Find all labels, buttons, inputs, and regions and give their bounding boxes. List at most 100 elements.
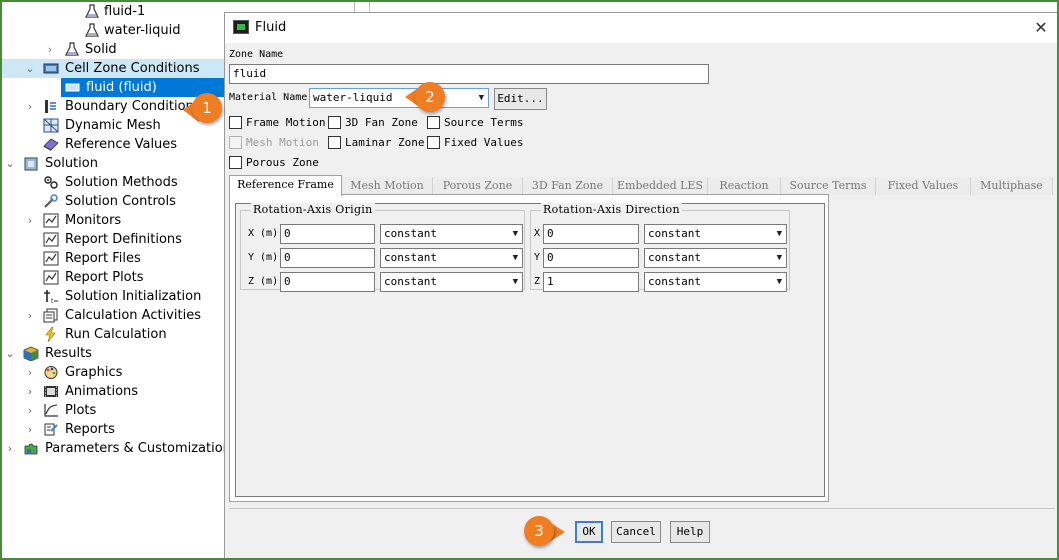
tab-multiphase[interactable]: Multiphase <box>971 177 1053 195</box>
tree-item-calculation-activities[interactable]: › Calculation Activities <box>2 306 224 325</box>
chevron-right-icon[interactable]: › <box>24 363 36 382</box>
tree-item-label: Solid <box>85 42 117 57</box>
annotation-badge-1: 1 <box>192 93 222 123</box>
checkbox-label: Frame Motion <box>246 116 326 129</box>
direction-y-input[interactable]: 0 <box>543 248 639 268</box>
origin-z-method-select[interactable]: constant ▼ <box>380 272 523 292</box>
chevron-right-icon[interactable]: › <box>24 382 36 401</box>
help-button[interactable]: Help <box>670 521 710 543</box>
tab-fixed-values[interactable]: Fixed Values <box>876 177 971 195</box>
method-value: constant <box>384 275 437 288</box>
origin-x-method-select[interactable]: constant ▼ <box>380 224 523 244</box>
checkbox-box[interactable] <box>427 116 440 129</box>
tree-item-reference-values[interactable]: Reference Values <box>2 135 224 154</box>
material-name-label: Material Name <box>229 92 308 103</box>
group-title: Rotation-Axis Direction <box>541 203 682 216</box>
tree-item-monitors[interactable]: › Monitors <box>2 211 224 230</box>
tab-embedded-les[interactable]: Embedded LES <box>613 177 708 195</box>
tree-item-graphics[interactable]: › Graphics <box>2 363 224 382</box>
reference-icon <box>43 137 59 152</box>
chevron-down-icon[interactable]: ⌄ <box>24 59 36 78</box>
tab-3d-fan-zone[interactable]: 3D Fan Zone <box>523 177 613 195</box>
chevron-right-icon[interactable]: › <box>44 40 56 59</box>
origin-x-input[interactable]: 0 <box>280 224 375 244</box>
tree-item-label: Plots <box>65 403 97 418</box>
tree-item-label: Calculation Activities <box>65 308 201 323</box>
chevron-right-icon[interactable]: › <box>24 211 36 230</box>
chevron-right-icon[interactable]: › <box>24 420 36 439</box>
chevron-right-icon[interactable]: › <box>24 306 36 325</box>
direction-z-label: Z <box>534 276 541 287</box>
flask-icon <box>64 42 80 57</box>
tree-item-reports[interactable]: › Reports <box>2 420 224 439</box>
chevron-right-icon[interactable]: › <box>24 97 36 116</box>
flask-icon <box>84 23 100 38</box>
checkbox-box[interactable] <box>229 116 242 129</box>
tree-item-label: Cell Zone Conditions <box>65 61 200 76</box>
cancel-button[interactable]: Cancel <box>611 521 661 543</box>
reports-icon <box>43 422 59 437</box>
tab-reference-frame[interactable]: Reference Frame <box>229 175 342 196</box>
tree-item-label: Report Definitions <box>65 232 182 247</box>
origin-y-input[interactable]: 0 <box>280 248 375 268</box>
chevron-down-icon[interactable]: ⌄ <box>4 344 16 363</box>
chevron-right-icon[interactable]: › <box>4 439 16 458</box>
direction-z-method-select[interactable]: constant ▼ <box>644 272 787 292</box>
ok-button[interactable]: OK <box>575 521 603 543</box>
material-name-value: water-liquid <box>313 91 393 104</box>
tree-item-solution-controls[interactable]: Solution Controls <box>2 192 224 211</box>
edit-material-button[interactable]: Edit... <box>494 88 547 110</box>
origin-y-method-select[interactable]: constant ▼ <box>380 248 523 268</box>
direction-y-method-select[interactable]: constant ▼ <box>644 248 787 268</box>
tree-item-solution[interactable]: ⌄ Solution <box>2 154 224 173</box>
tree-item-report-files[interactable]: Report Files <box>2 249 224 268</box>
tab-source-terms[interactable]: Source Terms <box>781 177 876 195</box>
tree-item-label: Run Calculation <box>65 327 167 342</box>
tree-item-solid[interactable]: › Solid <box>2 40 224 59</box>
direction-y-label: Y <box>534 252 541 263</box>
direction-x-method-select[interactable]: constant ▼ <box>644 224 787 244</box>
tree-item-fluid-1[interactable]: fluid-1 <box>2 2 224 21</box>
tree-item-plots[interactable]: › Plots <box>2 401 224 420</box>
material-name-select[interactable]: water-liquid ▼ <box>309 88 489 108</box>
zone-name-label: Zone Name <box>229 49 284 60</box>
annotation-badge-3: 3 <box>524 516 554 546</box>
chevron-right-icon[interactable]: › <box>24 401 36 420</box>
tree-item-parameters-customization[interactable]: › Parameters & Customization <box>2 439 224 458</box>
tree-item-run-calculation[interactable]: Run Calculation <box>2 325 224 344</box>
checkbox-box[interactable] <box>328 136 341 149</box>
origin-z-input[interactable]: 0 <box>280 272 375 292</box>
panel-content: Rotation-Axis Origin X (m) 0 constant ▼ … <box>235 203 825 497</box>
direction-x-input[interactable]: 0 <box>543 224 639 244</box>
tree-item-report-definitions[interactable]: Report Definitions <box>2 230 224 249</box>
methods-icon <box>43 175 59 190</box>
mesh-icon <box>43 118 59 133</box>
dialog-titlebar[interactable]: Fluid ✕ <box>225 13 1058 43</box>
checkbox-box[interactable] <box>229 156 242 169</box>
dropdown-arrow-icon: ▼ <box>512 277 518 287</box>
outline-tree: fluid-1 water-liquid › Solid ⌄ Cell Zone… <box>2 0 224 558</box>
chevron-down-icon[interactable]: ⌄ <box>4 154 16 173</box>
tree-item-label: Report Files <box>65 251 141 266</box>
tree-item-cell-zone-conditions[interactable]: ⌄ Cell Zone Conditions <box>2 59 224 78</box>
zone-name-input[interactable]: fluid <box>229 64 709 84</box>
tree-item-label: Graphics <box>65 365 123 380</box>
tab-porous-zone[interactable]: Porous Zone <box>433 177 523 195</box>
tree-item-report-plots[interactable]: Report Plots <box>2 268 224 287</box>
direction-z-input[interactable]: 1 <box>543 272 639 292</box>
tree-item-water-liquid[interactable]: water-liquid <box>2 21 224 40</box>
tree-item-label: Solution Initialization <box>65 289 202 304</box>
checkbox-box[interactable] <box>328 116 341 129</box>
close-button[interactable]: ✕ <box>1030 17 1052 39</box>
plot-icon <box>43 403 59 418</box>
dropdown-arrow-icon: ▼ <box>478 93 484 103</box>
tree-item-solution-methods[interactable]: Solution Methods <box>2 173 224 192</box>
checkbox-label: 3D Fan Zone <box>345 116 418 129</box>
tree-item-animations[interactable]: › Animations <box>2 382 224 401</box>
flask-icon <box>84 4 100 19</box>
tree-item-results[interactable]: ⌄ Results <box>2 344 224 363</box>
tab-mesh-motion[interactable]: Mesh Motion <box>342 177 433 195</box>
checkbox-box[interactable] <box>427 136 440 149</box>
tree-item-solution-initialization[interactable]: t=0 Solution Initialization <box>2 287 224 306</box>
tab-reaction[interactable]: Reaction <box>708 177 781 195</box>
